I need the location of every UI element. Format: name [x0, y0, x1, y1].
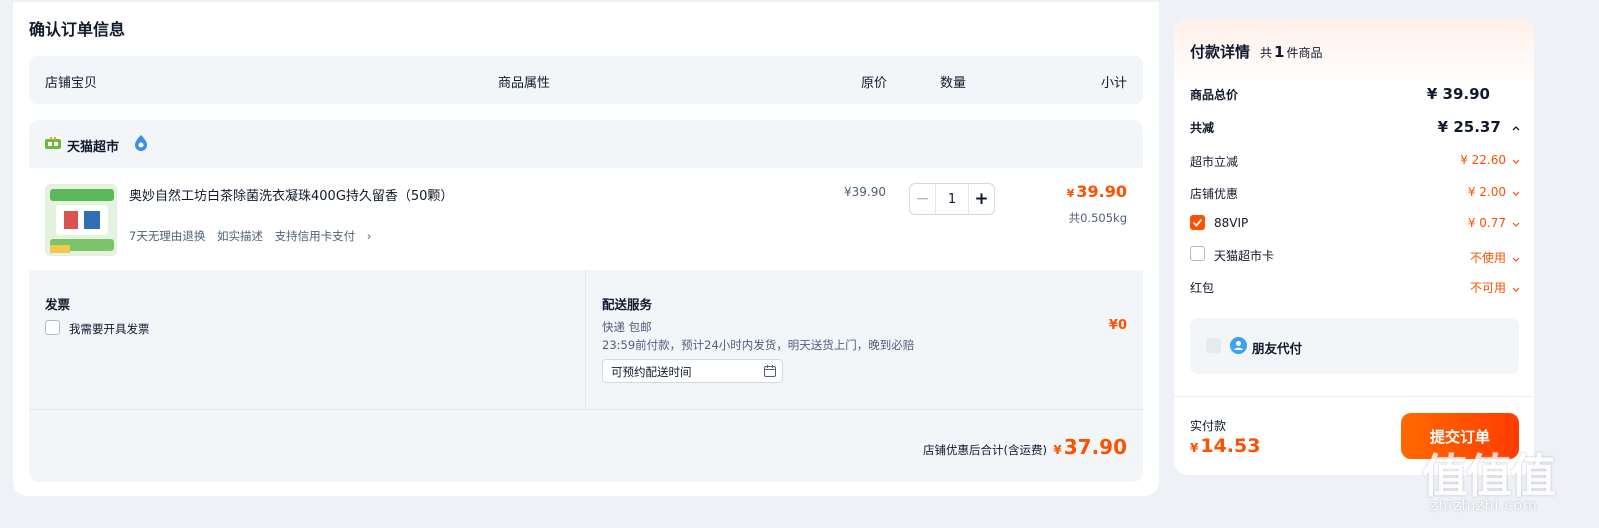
tag-return: 7天无理由退换: [129, 229, 206, 243]
invoice-checkbox[interactable]: [45, 320, 60, 335]
quantity-stepper: − 1 +: [909, 183, 995, 215]
invoice-checkbox-label[interactable]: 我需要开具发票: [69, 321, 150, 337]
watermark: 值值值 zhizhizhi.com: [1422, 440, 1582, 520]
total-discount-label: 共减: [1190, 121, 1215, 135]
chevron-down-icon: [1512, 257, 1520, 262]
shop-total-label: 店铺优惠后合计(含运费): [923, 443, 1047, 457]
currency-symbol: ¥: [1053, 443, 1062, 457]
count-suffix: 件商品: [1286, 46, 1323, 60]
chevron-right-icon: ›: [366, 229, 372, 243]
watermark-text: zhizhizhi.com: [1430, 498, 1538, 514]
chevron-up-icon[interactable]: [1512, 124, 1520, 132]
shipping-fee: ¥0: [1108, 318, 1127, 333]
invoice-section: 发票 我需要开具发票: [29, 270, 586, 410]
col-quantity: 数量: [940, 76, 967, 91]
shop-discount-label: 店铺优惠: [1190, 187, 1239, 201]
supermarket-discount-label: 超市立减: [1190, 155, 1239, 169]
supermarket-card-value: 不使用: [1469, 251, 1506, 265]
shop-name[interactable]: 天猫超市: [67, 136, 119, 155]
order-info-panel: 确认订单信息 店铺宝贝 商品属性 原价 数量 小计 天猫超市 奥妙自然工坊白茶除…: [13, 2, 1159, 496]
friend-pay-icon: [1230, 337, 1247, 354]
col-attributes: 商品属性: [498, 76, 551, 91]
col-original-price: 原价: [861, 76, 888, 91]
chevron-down-icon: [1512, 222, 1520, 227]
paid-value: 14.53: [1200, 435, 1261, 457]
currency-symbol: ¥: [1066, 187, 1075, 200]
tag-described: 如实描述: [216, 229, 263, 243]
total-discount-value: ¥ 25.37: [1437, 118, 1501, 136]
invoice-delivery-section: 发票 我需要开具发票 配送服务 快递 包邮 23:59前付款，预计24小时内发货…: [29, 270, 1143, 410]
goods-total-value: ¥ 39.90: [1426, 85, 1490, 103]
friend-pay-label: 朋友代付: [1252, 341, 1303, 356]
increase-button[interactable]: +: [968, 184, 994, 214]
divider: [1174, 396, 1534, 397]
vip-checkbox[interactable]: [1190, 215, 1205, 230]
delivery-time-select[interactable]: 可预约配送时间: [602, 359, 783, 383]
shop-block: 天猫超市 奥妙自然工坊白茶除菌洗衣凝珠400G持久留香（50颗） 7天无理由退换…: [29, 120, 1143, 482]
goods-total-label: 商品总价: [1190, 88, 1239, 102]
shop-header: 天猫超市: [29, 120, 1143, 168]
item-subtotal: ¥39.90: [1067, 182, 1127, 201]
customer-service-icon[interactable]: [133, 134, 149, 152]
payment-title: 付款详情: [1190, 43, 1251, 61]
count-value: 1: [1274, 43, 1285, 61]
shop-total-value: 37.90: [1063, 435, 1127, 459]
item-weight: 共0.505kg: [1068, 211, 1127, 225]
page-title: 确认订单信息: [29, 20, 126, 39]
shop-discount-value: ¥ 2.00: [1467, 185, 1506, 199]
calendar-icon: [764, 365, 776, 377]
col-subtotal: 小计: [1100, 76, 1127, 91]
original-price: ¥39.90: [844, 185, 886, 199]
count-prefix: 共: [1260, 46, 1273, 60]
tmall-logo-icon: [45, 137, 61, 149]
column-header: 店铺宝贝 商品属性 原价 数量 小计: [29, 56, 1143, 104]
invoice-title: 发票: [45, 297, 71, 312]
vip-value: ¥ 0.77: [1467, 216, 1506, 230]
decrease-button[interactable]: −: [910, 184, 936, 214]
service-tags[interactable]: 7天无理由退换 如实描述 支持信用卡支付 ›: [129, 228, 379, 244]
supermarket-card-label: 天猫超市卡: [1214, 249, 1275, 263]
paid-amount: ¥14.53: [1190, 435, 1260, 457]
chevron-down-icon: [1512, 159, 1520, 164]
quantity-input[interactable]: 1: [936, 192, 968, 207]
product-thumbnail[interactable]: [45, 184, 117, 256]
paid-label: 实付款: [1190, 419, 1227, 433]
red-packet-value: 不可用: [1469, 281, 1506, 295]
item-count: 共 1 件商品: [1260, 43, 1322, 61]
friend-pay-option[interactable]: 朋友代付: [1190, 318, 1519, 374]
supermarket-discount-value: ¥ 22.60: [1460, 153, 1506, 167]
currency-symbol: ¥: [1190, 441, 1199, 455]
payment-details-panel: 付款详情 共 1 件商品 商品总价 ¥ 39.90 共减 ¥ 25.37 超市立减 …: [1174, 19, 1534, 475]
delivery-method: 快递 包邮: [602, 320, 652, 334]
tag-credit-card: 支持信用卡支付: [274, 229, 356, 243]
col-shop-items: 店铺宝贝: [45, 76, 98, 91]
item-row: 奥妙自然工坊白茶除菌洗衣凝珠400G持久留香（50颗） 7天无理由退换 如实描述…: [29, 168, 1143, 270]
product-image-icon: [46, 185, 116, 255]
watermark-logo: 值值值: [1422, 449, 1556, 503]
delivery-time-placeholder: 可预约配送时间: [611, 365, 692, 379]
friend-pay-checkbox[interactable]: [1206, 338, 1221, 353]
delivery-desc: 23:59前付款，预计24小时内发货，明天送货上门，晚到必赔: [602, 338, 915, 352]
red-packet-label: 红包: [1190, 281, 1215, 295]
item-title[interactable]: 奥妙自然工坊白茶除菌洗衣凝珠400G持久留香（50颗）: [129, 185, 453, 204]
subtotal-value: 39.90: [1076, 182, 1127, 201]
chevron-down-icon: [1512, 287, 1520, 292]
delivery-title: 配送服务: [602, 297, 653, 312]
chevron-down-icon: [1512, 191, 1520, 196]
shop-total: ¥37.90: [1053, 435, 1127, 459]
